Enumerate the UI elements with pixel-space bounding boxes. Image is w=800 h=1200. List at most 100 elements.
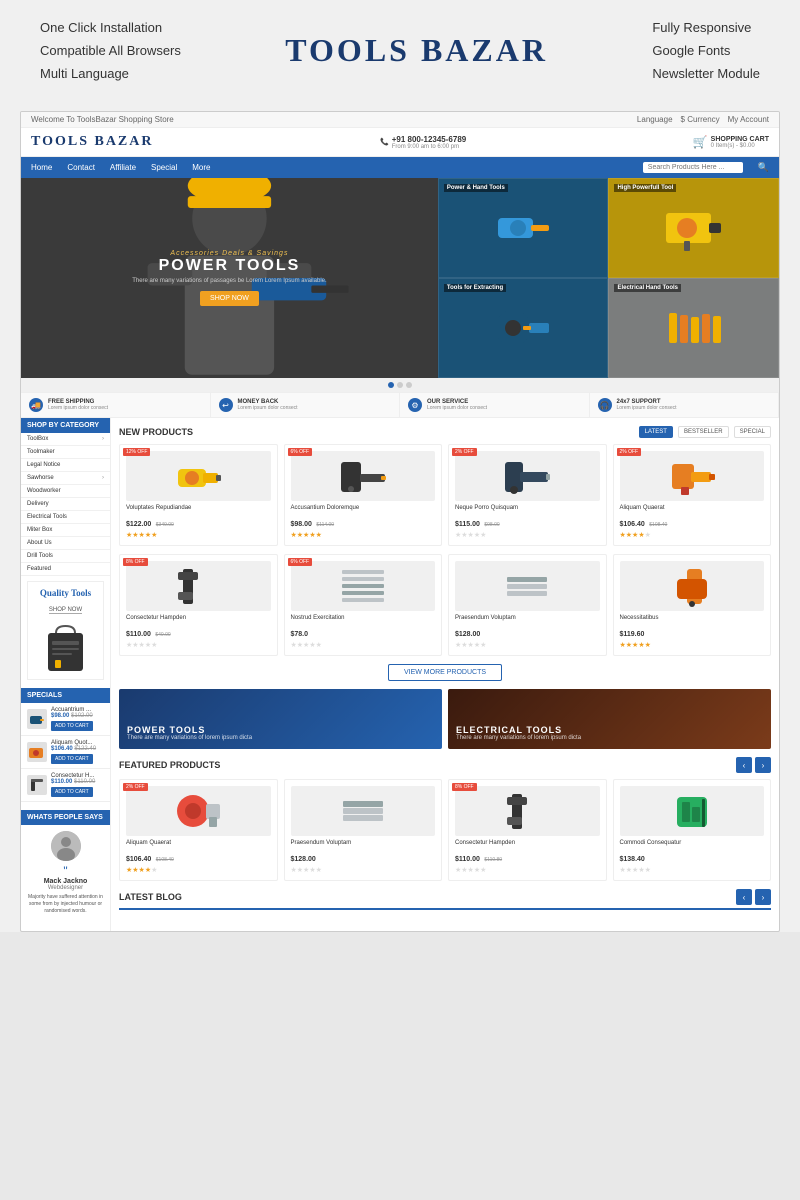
sidebar-label-toolbox: ToolBox (27, 436, 48, 442)
special-addcart-2[interactable]: ADD TO CART (51, 754, 93, 764)
topbar-currency[interactable]: $ Currency (681, 115, 720, 124)
tab-special[interactable]: SPECIAL (734, 426, 771, 438)
benefit-support-desc: Lorem ipsum dolor consect (617, 405, 677, 411)
product-price-7: $128.00 (455, 631, 480, 638)
featured-price-3: $110.00 (455, 856, 480, 863)
product-img-8 (620, 561, 765, 611)
sidebar-item-featured[interactable]: Featured (21, 563, 110, 576)
product-name-7: Praesendum Voluptam (455, 615, 600, 621)
product-img-2 (291, 451, 436, 501)
nav-special[interactable]: Special (151, 163, 177, 172)
hero-shop-now-button[interactable]: SHOP NOW (200, 291, 259, 306)
promo-banner-power[interactable]: POWER TOOLS There are many variations of… (119, 689, 442, 749)
product-pricing-4: $106.40 $108.40 (620, 513, 765, 531)
featured-prev-arrow[interactable]: ‹ (736, 757, 752, 773)
special-img-3 (27, 775, 47, 795)
quote-mark: " (27, 864, 104, 878)
nav-contact[interactable]: Contact (67, 163, 95, 172)
hero-side-label-4: Electrical Hand Tools (614, 284, 681, 292)
site-topbar: Welcome To ToolsBazar Shopping Store Lan… (21, 112, 779, 128)
special-img-2 (27, 742, 47, 762)
view-more-button[interactable]: VIEW MORE PRODUCTS (388, 664, 502, 681)
product-name-1: Voluptates Repudiandae (126, 505, 271, 511)
tab-bestseller[interactable]: BESTSELLER (678, 426, 729, 438)
site-mockup: Welcome To ToolsBazar Shopping Store Lan… (20, 111, 780, 932)
product-stars-6: ★★★★★ (291, 641, 436, 649)
sidebar-label-sawhorse: Sawhorse (27, 475, 54, 481)
sidebar-label-featured: Featured (27, 566, 51, 572)
hero-dot-1[interactable] (388, 382, 394, 388)
product-card-1: 12% OFF Voluptates Repudiandae $122.0 (119, 444, 278, 546)
sidebar-item-sawhorse[interactable]: Sawhorse › (21, 472, 110, 485)
special-addcart-3[interactable]: ADD TO CART (51, 787, 93, 797)
special-prices-2: $106.40 $122.40 (51, 746, 96, 752)
topbar-language[interactable]: Language (637, 115, 673, 124)
sidebar-item-legalnotice[interactable]: Legal Notice (21, 459, 110, 472)
sidebar-item-delivery[interactable]: Delivery (21, 498, 110, 511)
hero-dot-3[interactable] (406, 382, 412, 388)
specials-section: SPECIALS Accuantrium ... $98.00 $102.00 … (21, 688, 110, 802)
header-cart[interactable]: 🛒 SHOPPING CART 0 Item(s) - $0.00 (693, 135, 769, 149)
hero-side-item-3[interactable]: Tools for Extracting (438, 278, 609, 378)
promo-power-desc: There are many variations of lorem ipsum… (127, 735, 252, 741)
phone-icon: 📞 (380, 138, 389, 146)
blog-next-arrow[interactable]: › (755, 889, 771, 905)
sidebar-item-electrical[interactable]: Electrical Tools (21, 511, 110, 524)
featured-next-arrow[interactable]: › (755, 757, 771, 773)
special-addcart-1[interactable]: ADD TO CART (51, 721, 93, 731)
nav-home[interactable]: Home (31, 163, 52, 172)
product-img-6 (291, 561, 436, 611)
quality-tools-title: Quality Tools (34, 588, 97, 598)
featured-card-4: Commodi Consequatur $138.40 ★★★★★ (613, 779, 772, 881)
testimonial-role: Webdesigner (27, 885, 104, 891)
product-img-5 (126, 561, 271, 611)
sidebar-item-drilltools[interactable]: Drill Tools (21, 550, 110, 563)
product-name-2: Accusantium Doloremque (291, 505, 436, 511)
featured-card-1: 2% OFF Aliquam Quaerat $106.40 (119, 779, 278, 881)
blog-title: LATEST BLOG (119, 892, 182, 902)
sidebar: SHOP BY CATEGORY ToolBox › Toolmaker Leg… (21, 418, 111, 931)
hero-side-label-1: Power & Hand Tools (444, 184, 508, 192)
search-input[interactable] (643, 162, 743, 173)
product-badge-3: 2% OFF (452, 448, 477, 456)
special-img-1 (27, 709, 47, 729)
new-products-title: NEW PRODUCTS (119, 427, 193, 437)
hero-side-item-2[interactable]: High Powerfull Tool (608, 178, 779, 278)
chevron-right-icon: › (102, 436, 104, 442)
promo-banner-electrical[interactable]: ELECTRICAL TOOLS There are many variatio… (448, 689, 771, 749)
benefits-bar: 🚚 FREE SHIPPING Lorem ipsum dolor consec… (21, 392, 779, 418)
product-oldprice-4: $108.40 (649, 522, 667, 528)
hero-side-item-4[interactable]: Electrical Hand Tools (608, 278, 779, 378)
nav-more[interactable]: More (192, 163, 210, 172)
headset-icon: 🎧 (598, 398, 612, 412)
featured-stars-4: ★★★★★ (620, 866, 765, 874)
sidebar-item-toolmaker[interactable]: Toolmaker (21, 446, 110, 459)
featured-img-3 (455, 786, 600, 836)
hero-side-label-2: High Powerfull Tool (614, 184, 676, 192)
special-oldprice-2: $122.40 (74, 746, 96, 752)
featured-img-2 (291, 786, 436, 836)
sidebar-item-aboutus[interactable]: About Us (21, 537, 110, 550)
blog-header: LATEST BLOG ‹ › (119, 889, 771, 910)
topbar-account[interactable]: My Account (728, 115, 769, 124)
truck-icon: 🚚 (29, 398, 43, 412)
hero-side-item-1[interactable]: Power & Hand Tools (438, 178, 609, 278)
nav-affiliate[interactable]: Affiliate (110, 163, 136, 172)
gear-icon: ⚙ (408, 398, 422, 412)
special-prices-3: $110.00 $110.00 (51, 779, 95, 785)
featured-stars-2: ★★★★★ (291, 866, 436, 874)
search-icon[interactable]: 🔍 (758, 162, 769, 173)
sidebar-item-toolbox[interactable]: ToolBox › (21, 433, 110, 446)
special-prices-1: $98.00 $102.00 (51, 713, 93, 719)
featured-name-4: Commodi Consequatur (620, 840, 765, 846)
quality-tools-shopnow[interactable]: SHOP NOW (49, 607, 82, 614)
special-oldprice-1: $102.00 (71, 713, 93, 719)
product-pricing-6: $78.0 (291, 623, 436, 641)
hero-dot-2[interactable] (397, 382, 403, 388)
featured-badge-3: 8% OFF (452, 783, 477, 791)
blog-prev-arrow[interactable]: ‹ (736, 889, 752, 905)
tab-latest[interactable]: LATEST (639, 426, 673, 438)
sidebar-item-miterbox[interactable]: Miter Box (21, 524, 110, 537)
benefit-moneyback: ↩ MONEY BACK Lorem ipsum dolor consect (211, 393, 401, 417)
sidebar-item-woodworker[interactable]: Woodworker (21, 485, 110, 498)
